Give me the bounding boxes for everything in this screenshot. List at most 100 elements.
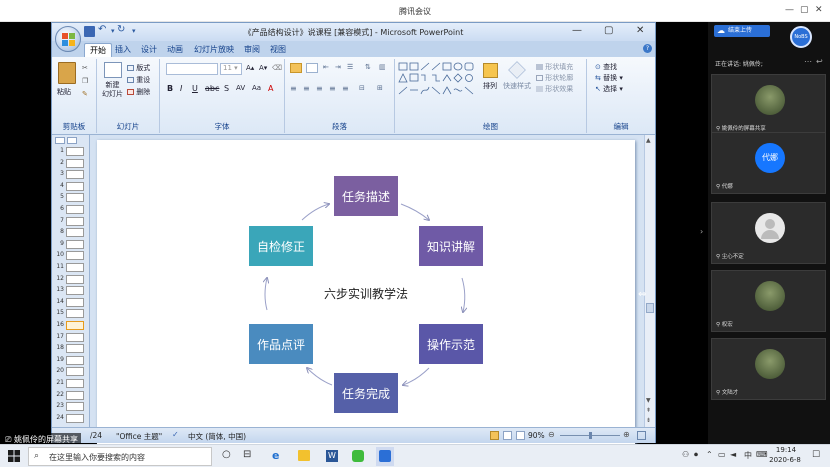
paste-button[interactable]: 粘贴 [57, 87, 71, 97]
office-button[interactable] [55, 26, 81, 52]
increase-indent-icon[interactable]: ⇥ [335, 63, 341, 71]
justify-icon[interactable]: ≡ [329, 84, 336, 93]
bold-icon[interactable]: B [167, 84, 173, 93]
participant-card[interactable]: ⚲ 文陆才 [711, 338, 826, 400]
notification-icon[interactable]: ☐ [812, 450, 820, 460]
replace-button[interactable]: ⇆ 替换 ▾ [595, 73, 623, 83]
align-left-icon[interactable]: ≡ [290, 84, 297, 93]
prev-slide-icon[interactable]: ⇞ [646, 407, 651, 414]
participant-card[interactable]: ⚲ 尘心不定 [711, 202, 826, 264]
layout-button[interactable]: 版式 [127, 63, 150, 73]
copy-icon[interactable]: ❐ [82, 77, 88, 85]
strikethrough-icon[interactable]: abc [205, 84, 219, 93]
font-size-input[interactable]: 11 ▾ [220, 63, 242, 75]
new-slide-button[interactable]: 新建 幻灯片 [102, 81, 123, 99]
text-direction-icon[interactable]: ⇅ [365, 63, 371, 71]
underline-icon[interactable]: U [192, 84, 198, 93]
self-avatar[interactable]: NoBS [790, 26, 812, 48]
ime-indicator[interactable]: 中 [744, 450, 752, 461]
slide-vertical-scrollbar[interactable]: ▲ ▼ ⇞ ⇟ [644, 135, 655, 427]
find-button[interactable]: ⊙ 查找 [595, 62, 617, 72]
slide-thumbnail[interactable]: 8 [54, 228, 88, 238]
maximize-icon[interactable]: ▢ [800, 5, 809, 15]
align-right-icon[interactable]: ≡ [316, 84, 323, 93]
task-view-icon[interactable]: ○ [222, 449, 231, 460]
slide-thumbnail[interactable]: 14 [54, 297, 88, 307]
arrange-button[interactable]: 排列 [483, 81, 497, 91]
ppt-close-icon[interactable]: ✕ [636, 25, 644, 36]
ppt-minimize-icon[interactable]: — [572, 25, 582, 36]
tab-animation[interactable]: 动画 [162, 43, 188, 57]
slide-thumbnail[interactable]: 15 [54, 309, 88, 319]
diagram-step-6[interactable]: 自检修正 [249, 226, 313, 266]
volume-icon[interactable]: ◄ [730, 450, 736, 459]
slide-thumbnail[interactable]: 12 [54, 274, 88, 284]
tray-person-icon[interactable]: ⚇ [682, 450, 689, 459]
slide-thumbnail[interactable]: 20 [54, 367, 88, 377]
fit-window-icon[interactable] [637, 431, 646, 440]
taskbar-search-box[interactable]: ⌕ 在这里输入你要搜索的内容 [28, 447, 212, 466]
slide-thumbnail[interactable]: 19 [54, 355, 88, 365]
slide-thumbnail[interactable]: 13 [54, 286, 88, 296]
shadow-icon[interactable]: S [224, 84, 229, 93]
network-icon[interactable]: ▭ [718, 450, 726, 459]
arrange-icon[interactable] [483, 63, 498, 78]
participant-card[interactable]: 代娜 ⚲ 代娜 [711, 132, 826, 194]
smartart-icon[interactable]: ⊞ [377, 84, 383, 92]
slide-thumbnail[interactable]: 5 [54, 193, 88, 203]
bullets-icon[interactable] [290, 63, 302, 73]
ppt-maximize-icon[interactable]: ▢ [604, 25, 613, 36]
zoom-in-icon[interactable]: ⊕ [623, 430, 630, 439]
tray-mic-icon[interactable]: ⏺ [694, 450, 698, 460]
italic-icon[interactable]: I [180, 84, 182, 93]
quick-styles-button[interactable]: 快速样式 [503, 81, 531, 91]
participant-card[interactable]: ⚲ 姚佩伶的屏幕共享 [711, 74, 826, 136]
clear-format-icon[interactable]: ⌫ [272, 64, 282, 72]
paste-icon[interactable] [58, 62, 76, 84]
char-spacing-icon[interactable]: AV [236, 84, 245, 92]
tab-home[interactable]: 开始 [84, 43, 112, 57]
format-painter-icon[interactable]: ✎ [82, 90, 88, 98]
shape-effects-button[interactable]: 形状效果 [536, 84, 573, 94]
slide-thumbnail[interactable]: 4 [54, 181, 88, 191]
next-slide-icon[interactable]: ⇟ [646, 417, 651, 424]
sorter-view-icon[interactable] [503, 431, 512, 440]
slide-thumbnail[interactable]: 18 [54, 344, 88, 354]
columns-icon[interactable]: ▥ [379, 63, 386, 71]
shapes-gallery-icon[interactable] [398, 62, 474, 98]
zoom-out-icon[interactable]: ⊖ [548, 430, 555, 439]
tab-design[interactable]: 设计 [136, 43, 162, 57]
diagram-step-5[interactable]: 作品点评 [249, 324, 313, 364]
edge-browser-icon[interactable]: e [272, 449, 279, 462]
slide-thumbnail[interactable]: 21 [54, 379, 88, 388]
wechat-icon[interactable] [352, 450, 364, 462]
grow-font-icon[interactable]: A▴ [246, 64, 254, 72]
tencent-meeting-taskbar-button[interactable] [376, 447, 394, 466]
tab-review[interactable]: 审阅 [239, 43, 265, 57]
outline-tab-icon[interactable] [55, 137, 65, 144]
panel-back-icon[interactable]: ↩ [816, 57, 823, 66]
slide-thumbnail[interactable]: 22 [54, 390, 88, 400]
scroll-thumb[interactable] [646, 303, 654, 313]
diagram-step-1[interactable]: 任务描述 [334, 176, 398, 216]
shape-outline-button[interactable]: 形状轮廓 [536, 73, 573, 83]
clock-time[interactable]: 19:14 [770, 446, 802, 454]
slide-thumbnail[interactable]: 11 [54, 263, 88, 272]
slide-thumbnail[interactable]: 2 [54, 158, 88, 168]
slide-thumbnail[interactable]: 3 [54, 170, 88, 180]
clock-date[interactable]: 2020-6-8 [764, 456, 806, 464]
diagram-step-4[interactable]: 任务完成 [334, 373, 398, 413]
tab-view[interactable]: 视图 [265, 43, 291, 57]
slide-thumbnail[interactable]: 17 [54, 332, 88, 342]
multitask-icon[interactable]: ⊟ [243, 449, 251, 460]
slide-thumbnail[interactable]: 23 [54, 402, 88, 412]
help-icon[interactable]: ? [643, 44, 652, 53]
select-button[interactable]: ↖ 选择 ▾ [595, 84, 623, 94]
tab-insert[interactable]: 插入 [110, 43, 136, 57]
delete-button[interactable]: 删除 [127, 87, 150, 97]
line-spacing-icon[interactable]: ☰ [347, 63, 353, 71]
decrease-indent-icon[interactable]: ⇤ [323, 63, 329, 71]
panel-toggle-icon[interactable]: › [700, 227, 703, 236]
collapse-panel-icon[interactable]: ⋯ [804, 57, 812, 66]
slide-thumbnail[interactable]: 24 [54, 413, 88, 423]
